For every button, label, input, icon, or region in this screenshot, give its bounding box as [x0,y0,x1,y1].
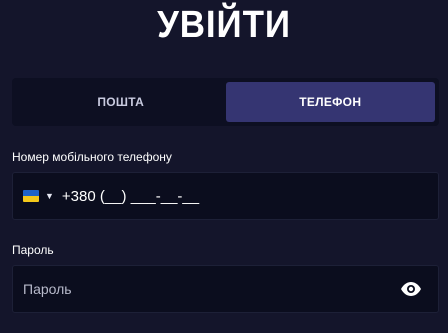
password-label: Пароль [12,243,54,257]
password-input[interactable] [23,281,400,297]
eye-icon[interactable] [400,278,422,300]
phone-label: Номер мобільного телефону [12,150,172,164]
password-field [12,265,439,313]
phone-input[interactable] [61,187,362,205]
chevron-down-icon[interactable]: ▼ [45,191,54,201]
login-method-tabs: ПОШТА ТЕЛЕФОН [12,78,439,126]
phone-field: ▼ [12,172,439,220]
tab-email[interactable]: ПОШТА [16,82,226,122]
ukraine-flag-icon[interactable] [23,190,39,202]
tab-phone[interactable]: ТЕЛЕФОН [225,82,435,122]
page-title: УВІЙТИ [157,4,291,46]
